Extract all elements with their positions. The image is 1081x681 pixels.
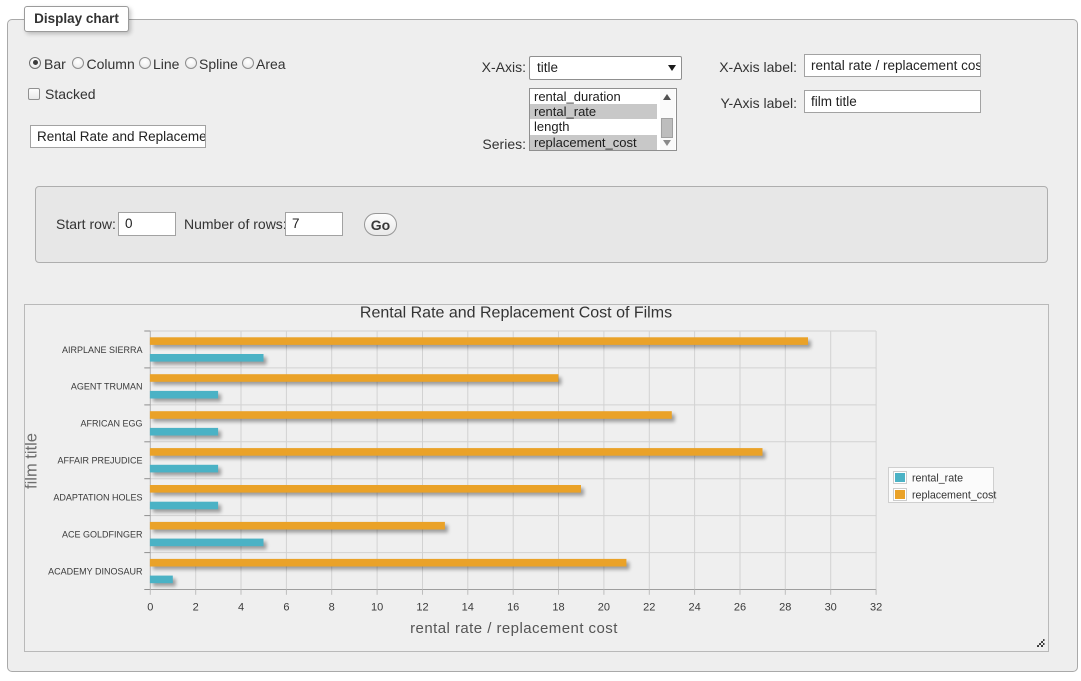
svg-text:replacement_cost: replacement_cost: [912, 490, 996, 502]
svg-text:10: 10: [371, 602, 383, 614]
svg-text:12: 12: [416, 602, 428, 614]
svg-text:0: 0: [147, 602, 153, 614]
svg-text:ACE GOLDFINGER: ACE GOLDFINGER: [62, 529, 143, 539]
svg-text:20: 20: [598, 602, 610, 614]
svg-text:AFRICAN EGG: AFRICAN EGG: [80, 419, 142, 429]
svg-text:rental rate / replacement cost: rental rate / replacement cost: [410, 620, 618, 637]
svg-text:22: 22: [643, 602, 655, 614]
svg-text:Rental Rate and Replacement Co: Rental Rate and Replacement Cost of Film…: [360, 305, 672, 322]
svg-text:ACADEMY DINOSAUR: ACADEMY DINOSAUR: [48, 566, 143, 576]
svg-text:24: 24: [688, 602, 700, 614]
svg-text:AGENT TRUMAN: AGENT TRUMAN: [71, 382, 143, 392]
svg-text:6: 6: [283, 602, 289, 614]
svg-text:16: 16: [507, 602, 519, 614]
svg-text:4: 4: [238, 602, 244, 614]
svg-text:8: 8: [329, 602, 335, 614]
svg-text:32: 32: [870, 602, 882, 614]
svg-text:18: 18: [552, 602, 564, 614]
svg-text:14: 14: [462, 602, 474, 614]
svg-text:28: 28: [779, 602, 791, 614]
svg-text:AFFAIR PREJUDICE: AFFAIR PREJUDICE: [57, 456, 142, 466]
svg-text:film title: film title: [25, 433, 41, 489]
svg-text:30: 30: [825, 602, 837, 614]
svg-text:2: 2: [193, 602, 199, 614]
svg-text:AIRPLANE SIERRA: AIRPLANE SIERRA: [62, 345, 143, 355]
svg-text:ADAPTATION HOLES: ADAPTATION HOLES: [53, 493, 142, 503]
svg-text:rental_rate: rental_rate: [912, 473, 963, 485]
svg-text:26: 26: [734, 602, 746, 614]
